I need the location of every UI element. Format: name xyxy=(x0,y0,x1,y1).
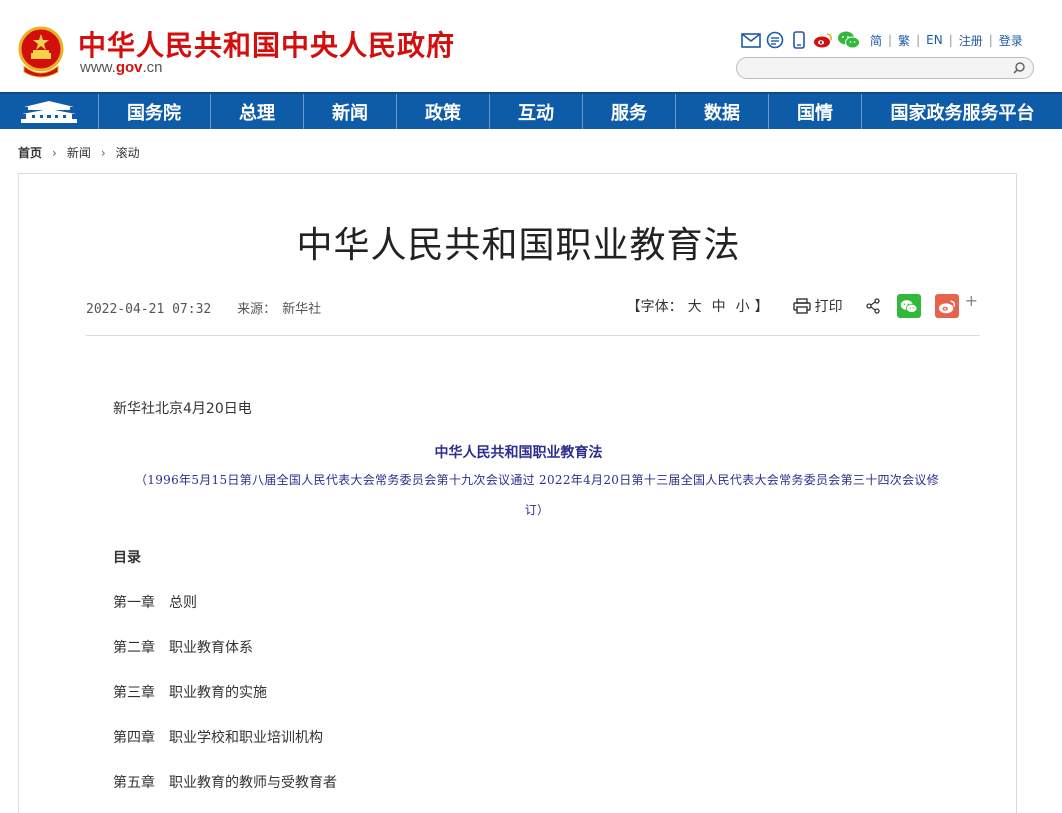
law-subtitle-line1: （1996年5月15日第八届全国人民代表大会常务委员会第十九次会议通过 2022… xyxy=(134,473,939,487)
register-link[interactable]: 注册 xyxy=(959,32,983,49)
law-title: 中华人民共和国职业教育法 xyxy=(434,445,603,461)
chapter-number: 第五章 xyxy=(113,775,155,791)
chapter-name: 职业教育的教师与受教育者 xyxy=(169,775,337,791)
lang-simplified-link[interactable]: 简 xyxy=(870,32,882,49)
printer-icon xyxy=(792,298,811,314)
toc-item: 第一章 总则 xyxy=(113,592,197,612)
law-subtitle-line2: 订） xyxy=(524,503,550,517)
weibo-share-button[interactable] xyxy=(934,294,959,318)
site-title[interactable]: 中华人民共和国中央人民政府 xyxy=(78,24,455,64)
print-button[interactable]: 打印 xyxy=(792,296,843,316)
mail-icon[interactable] xyxy=(740,30,762,50)
login-link[interactable]: 登录 xyxy=(999,32,1023,49)
toc-item: 第二章 职业教育体系 xyxy=(113,637,253,657)
nav-item-premier[interactable]: 总理 xyxy=(211,94,304,129)
separator: | xyxy=(888,33,893,47)
article-meta: 2022-04-21 07:32 来源： 新华社 xyxy=(86,298,321,317)
site-url-suffix: .cn xyxy=(142,59,163,76)
toc-item: 第四章 职业学校和职业培训机构 xyxy=(113,727,323,747)
nav-item-data[interactable]: 数据 xyxy=(676,94,769,129)
nav-item-news[interactable]: 新闻 xyxy=(304,94,397,129)
chevron-right-icon: › xyxy=(100,145,106,160)
site-url-gov: gov xyxy=(115,59,143,76)
chapter-number: 第四章 xyxy=(113,730,155,746)
article-container: 中华人民共和国职业教育法 2022-04-21 07:32 来源： 新华社 【字体… xyxy=(18,173,1017,813)
lang-english-link[interactable]: EN xyxy=(926,33,943,47)
breadcrumb-home[interactable]: 首页 xyxy=(18,144,42,161)
toc-heading: 目录 xyxy=(113,550,141,566)
font-size-medium[interactable]: 中 xyxy=(712,296,726,316)
tiananmen-icon xyxy=(21,100,77,123)
font-label-open: 【字体： xyxy=(626,299,683,315)
font-size-control: 【字体： 大 中 小 】 xyxy=(627,296,769,316)
chapter-name: 职业教育体系 xyxy=(169,640,253,656)
divider xyxy=(86,335,980,336)
site-url-prefix: www. xyxy=(80,59,116,76)
law-subtitle: （1996年5月15日第八届全国人民代表大会常务委员会第十九次会议通过 2022… xyxy=(93,465,981,525)
article-date: 2022-04-21 07:32 xyxy=(86,302,212,317)
nav-item-policy[interactable]: 政策 xyxy=(397,94,490,129)
article-tools: 【字体： 大 中 小 】 打印 + xyxy=(627,291,978,318)
font-label-close: 】 xyxy=(754,299,769,315)
article-source: 新华社 xyxy=(282,302,322,317)
breadcrumb-news[interactable]: 新闻 xyxy=(67,144,91,161)
chapter-name: 职业学校和职业培训机构 xyxy=(169,730,323,746)
wechat-icon[interactable] xyxy=(836,30,862,50)
article-dateline: 新华社北京4月20日电 xyxy=(113,401,252,417)
share-icon[interactable] xyxy=(865,298,881,314)
lang-links: 简 | 繁 | EN | 注册 | 登录 xyxy=(870,32,1023,49)
chapter-number: 第一章 xyxy=(113,595,155,611)
wechat-share-button[interactable] xyxy=(896,294,921,318)
nav-items: 国务院 总理 新闻 政策 互动 服务 数据 国情 国家政务服务平台 xyxy=(98,94,1062,129)
nav-item-interaction[interactable]: 互动 xyxy=(490,94,583,129)
wechat-icon xyxy=(900,299,917,313)
weibo-icon[interactable] xyxy=(812,30,834,50)
nav-item-gov-service-platform[interactable]: 国家政务服务平台 xyxy=(862,94,1062,129)
main-nav: 国务院 总理 新闻 政策 互动 服务 数据 国情 国家政务服务平台 xyxy=(0,92,1062,129)
breadcrumb: 首页 › 新闻 › 滚动 xyxy=(18,144,140,161)
more-share-button[interactable]: + xyxy=(965,291,978,310)
search-input[interactable] xyxy=(747,59,1001,78)
nav-home[interactable] xyxy=(0,94,99,129)
article-title: 中华人民共和国职业教育法 xyxy=(296,225,741,266)
chapter-number: 第三章 xyxy=(113,685,155,701)
nav-item-state-council[interactable]: 国务院 xyxy=(98,94,211,129)
chevron-right-icon: › xyxy=(52,145,57,160)
toc-item: 第五章 职业教育的教师与受教育者 xyxy=(113,772,337,792)
font-size-small[interactable]: 小 xyxy=(736,296,750,316)
search-icon[interactable] xyxy=(1011,60,1027,76)
chapter-name: 职业教育的实施 xyxy=(169,685,267,701)
nav-item-service[interactable]: 服务 xyxy=(583,94,676,129)
lang-traditional-link[interactable]: 繁 xyxy=(898,32,910,49)
separator: | xyxy=(988,33,993,47)
chapter-name: 总则 xyxy=(169,595,197,611)
breadcrumb-rolling[interactable]: 滚动 xyxy=(116,144,140,161)
top-tools: 简 | 繁 | EN | 注册 | 登录 xyxy=(740,30,1023,50)
site-url[interactable]: www.gov.cn xyxy=(80,59,163,76)
nav-item-national-info[interactable]: 国情 xyxy=(769,94,862,129)
toc-item: 第三章 职业教育的实施 xyxy=(113,682,267,702)
chapter-number: 第二章 xyxy=(113,640,155,656)
print-label: 打印 xyxy=(814,299,843,315)
site-header: 中华人民共和国中央人民政府 www.gov.cn 简 | 繁 | EN | 注册… xyxy=(0,0,1062,92)
national-emblem-icon[interactable] xyxy=(18,26,64,78)
source-label: 来源： xyxy=(237,302,277,317)
search-box xyxy=(736,57,1034,79)
font-size-large[interactable]: 大 xyxy=(688,296,702,316)
weibo-icon xyxy=(938,299,955,313)
mobile-icon[interactable] xyxy=(788,30,810,50)
separator: | xyxy=(948,33,953,47)
separator: | xyxy=(916,33,921,47)
rss-icon[interactable] xyxy=(764,30,786,50)
